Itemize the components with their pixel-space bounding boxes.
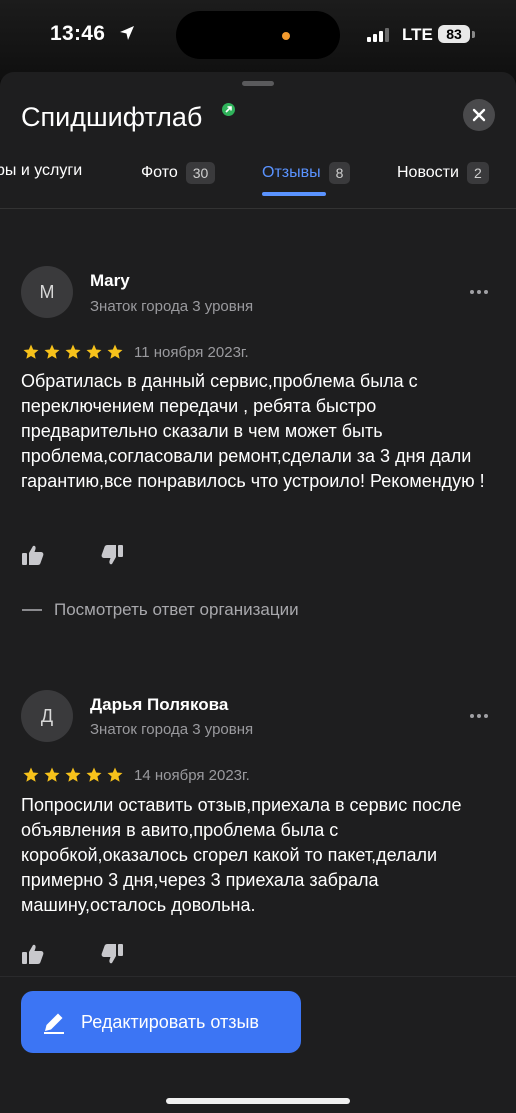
avatar-initial: Д bbox=[40, 705, 54, 726]
star-icon bbox=[107, 767, 123, 782]
star-icon bbox=[65, 767, 81, 782]
network-label: LTE bbox=[402, 25, 433, 44]
close-icon bbox=[472, 108, 486, 122]
thumbs-down-icon[interactable] bbox=[101, 944, 123, 964]
review-date: 14 ноября 2023г. bbox=[134, 767, 250, 784]
thumbs-down-icon[interactable] bbox=[101, 545, 123, 565]
tab-label: Новости bbox=[397, 164, 459, 181]
star-icon bbox=[44, 344, 60, 359]
thumbs-up-icon[interactable] bbox=[22, 944, 44, 964]
tab-label: ры и услуги bbox=[0, 162, 83, 179]
location-arrow-icon bbox=[120, 26, 134, 40]
tab-bar: ры и услуги Фото 30 Отзывы 8 Новости 2 bbox=[0, 156, 516, 209]
reply-link-label: Посмотреть ответ организации bbox=[54, 600, 299, 619]
star-icon bbox=[23, 767, 39, 782]
active-tab-indicator bbox=[262, 192, 326, 196]
star-icon bbox=[65, 344, 81, 359]
more-options-button[interactable] bbox=[470, 290, 488, 294]
pencil-icon bbox=[44, 1013, 64, 1034]
star-icon bbox=[86, 767, 102, 782]
rating-stars bbox=[22, 343, 124, 361]
tab-label: Отзывы bbox=[262, 164, 321, 181]
more-options-button[interactable] bbox=[470, 714, 488, 718]
star-icon bbox=[107, 344, 123, 359]
tab-count-badge: 2 bbox=[466, 162, 489, 184]
tab-reviews[interactable]: Отзывы 8 bbox=[262, 162, 351, 184]
tab-label: Фото bbox=[141, 164, 178, 181]
avatar[interactable]: Д bbox=[21, 690, 73, 742]
battery-level: 83 bbox=[446, 26, 462, 42]
avatar[interactable]: M bbox=[21, 266, 73, 318]
recording-indicator bbox=[282, 32, 290, 40]
tab-photos[interactable]: Фото 30 bbox=[141, 162, 216, 184]
thumbs-up-icon[interactable] bbox=[22, 545, 44, 565]
review-text: Обратилась в данный сервис,проблема была… bbox=[21, 371, 485, 491]
edit-review-label: Редактировать отзыв bbox=[81, 1011, 259, 1032]
author-level: Знаток города 3 уровня bbox=[90, 298, 254, 315]
rating-stars bbox=[22, 766, 124, 784]
star-icon bbox=[86, 344, 102, 359]
status-time: 13:46 bbox=[50, 22, 106, 45]
star-icon bbox=[23, 344, 39, 359]
dynamic-island bbox=[176, 11, 340, 59]
battery-nub bbox=[472, 31, 475, 38]
place-card-sheet: Спидшифтлаб ры и услуги Фото 30 Отзывы 8… bbox=[0, 72, 516, 1112]
page-title: Спидшифтлаб bbox=[21, 102, 203, 132]
verified-badge-icon bbox=[222, 103, 235, 116]
review-date: 11 ноября 2023г. bbox=[134, 344, 249, 361]
avatar-initial: M bbox=[39, 281, 55, 302]
status-bar: 13:46 LTE 83 bbox=[0, 0, 516, 70]
signal-icon bbox=[367, 28, 389, 42]
sheet-grabber[interactable] bbox=[242, 81, 274, 86]
close-button[interactable] bbox=[463, 99, 495, 131]
edit-review-button[interactable]: Редактировать отзыв bbox=[21, 991, 301, 1053]
home-indicator bbox=[166, 1098, 350, 1104]
tab-count-badge: 8 bbox=[328, 162, 351, 184]
reply-dash bbox=[22, 609, 42, 611]
review-author[interactable]: Mary bbox=[90, 271, 130, 291]
review-text: Попросили оставить отзыв,приехала в серв… bbox=[21, 795, 462, 915]
tab-count-badge: 30 bbox=[185, 162, 216, 184]
author-level: Знаток города 3 уровня bbox=[90, 721, 254, 738]
tab-services[interactable]: ры и услуги bbox=[0, 162, 82, 180]
star-icon bbox=[44, 767, 60, 782]
view-organization-reply-link[interactable]: Посмотреть ответ организации bbox=[22, 600, 299, 620]
tab-news[interactable]: Новости 2 bbox=[397, 162, 489, 184]
battery-icon: 83 bbox=[438, 25, 470, 43]
review-author[interactable]: Дарья Полякова bbox=[90, 695, 228, 715]
